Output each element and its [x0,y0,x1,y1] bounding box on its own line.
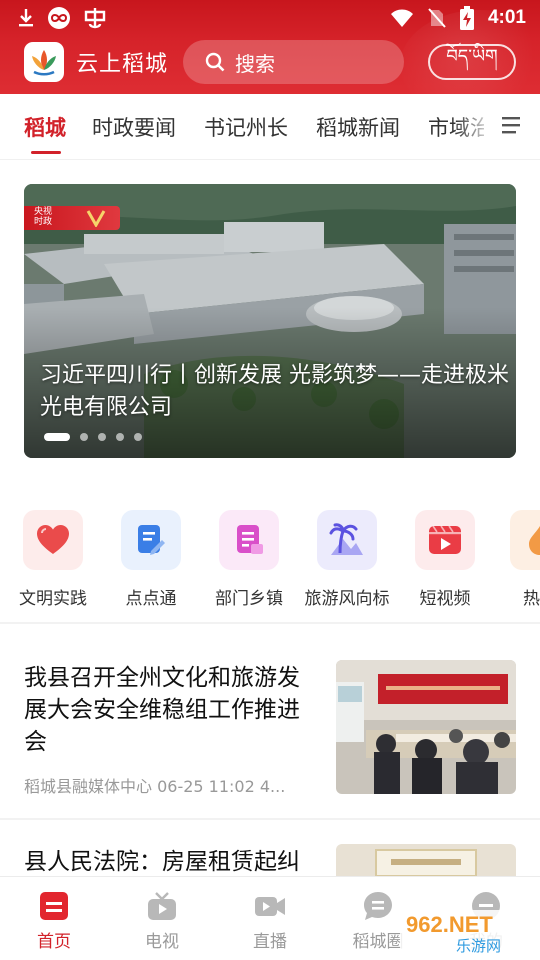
shortcut-label: 点点通 [125,589,177,608]
nav-label: 首页 [37,932,71,952]
badge-emblem-icon [86,210,106,227]
shortcut-label: 旅游风向标 [304,589,390,608]
active-tab-indicator [31,151,61,154]
shortcut-icon-bg [510,510,540,570]
tabs-fade [455,104,495,148]
hot-icon [529,526,540,555]
court-photo [336,844,516,876]
wifi-icon [390,9,413,27]
carousel-indicator [44,433,142,441]
app-logo-icon [84,8,106,29]
shortcut-icon-bg [121,510,181,570]
search-input[interactable]: 搜索 [183,40,404,84]
status-bar-time: 4:01 [487,7,526,28]
shortcut-icon-bg [317,510,377,570]
shortcut-civilization-practice[interactable]: 文明实践 [3,508,103,608]
site-watermark-logo: 962.NET 乐游网 [400,910,534,955]
shortcut-short-video[interactable]: 短视频 [395,508,495,608]
search-icon [205,52,225,72]
shortcut-icon-bg [23,510,83,570]
tv-icon [148,892,176,920]
shortcut-icon-bg [219,510,279,570]
nav-live[interactable]: 直播 [216,877,324,960]
tibetan-language-button[interactable]: བོད་ཡིག [428,44,516,80]
carousel-dot-active[interactable] [44,433,70,441]
carousel-dot[interactable] [116,433,124,441]
shortcut-hot[interactable]: 热门 [490,508,540,608]
news-item[interactable]: 县人民法院：房屋租赁起纠 [0,820,540,876]
video-play-icon [429,525,461,554]
heart-icon [37,525,69,554]
palm-tree-icon [329,523,363,555]
status-bar-system: 4:01 [390,6,526,30]
shortcut-label: 文明实践 [19,589,87,608]
tab-political-news[interactable]: 时政要闻 [92,112,176,142]
news-meta: 稻城县融媒体中心 06-25 11:02 4... [24,777,286,796]
shortcut-icon-bg [415,510,475,570]
cctv-politics-badge: 央视 时政 [24,206,120,230]
meeting-photo [336,660,516,794]
status-bar: 4:01 [0,0,540,36]
nav-tv[interactable]: 电视 [108,877,216,960]
no-sim-icon [428,8,446,28]
shortcut-tourism-guide[interactable]: 旅游风向标 [297,508,397,608]
battery-charging-icon [459,6,474,30]
live-video-icon [255,897,285,916]
news-item[interactable]: 我县召开全州文化和旅游发展大会安全维稳组工作推进会 稻城县融媒体中心 06-25… [0,624,540,818]
banner-caption: 习近平四川行丨创新发展 光影筑梦——走进极米光电有限公司 [40,363,509,420]
watermark-bottom-text: 乐游网 [456,937,501,955]
shortcut-label: 短视频 [419,589,471,608]
app-title: 云上稻城 [76,52,169,77]
channel-tabs: 稻城 时政要闻 书记州长 稻城新闻 市域治理 [0,94,540,160]
news-thumbnail[interactable] [336,660,516,794]
news-thumbnail[interactable] [336,844,516,876]
shortcut-dian-dian-tong[interactable]: 点点通 [101,508,201,608]
nav-home[interactable]: 首页 [0,877,108,960]
lotus-logo-icon [32,50,56,76]
headline-carousel[interactable]: 央视 时政 习近平四川行丨创新发展 光影筑梦——走进极米光电有限公司 [24,184,516,458]
search-placeholder: 搜索 [235,51,275,76]
tab-daocheng[interactable]: 稻城 [24,112,66,142]
nav-label: 电视 [145,932,179,952]
shortcut-grid: 文明实践 点点通 部门乡镇 旅游风向标 短视频 热 [0,508,540,608]
news-title[interactable]: 我县召开全州文化和旅游发展大会安全维稳组工作推进会 [24,662,320,758]
carousel-dot[interactable] [98,433,106,441]
channel-menu-icon[interactable] [500,114,522,136]
tab-daocheng-news[interactable]: 稻城新闻 [316,112,400,142]
cctv-badge-line2: 时政 [33,217,52,227]
carousel-dot[interactable] [80,433,88,441]
app-header: 4:01 云上稻城 搜索 བོད་ཡིག [0,0,540,94]
home-icon [40,892,68,920]
app-logo[interactable] [24,42,64,82]
download-icon [19,9,33,27]
cctv-badge-line1: 央视 [33,207,52,217]
infinity-app-icon [48,7,70,29]
app-bar: 云上稻城 搜索 བོད་ཡིག [0,36,540,86]
watermark-top-text: 962.NET [406,912,493,937]
edit-document-icon [138,525,165,555]
carousel-dot[interactable] [134,433,142,441]
shortcut-label: 部门乡镇 [215,589,283,608]
document-list-icon [237,525,263,554]
nav-label: 直播 [253,932,287,952]
chat-bubble-icon [364,892,392,920]
news-title[interactable]: 县人民法院：房屋租赁起纠 [24,846,320,876]
tab-secretary-governor[interactable]: 书记州长 [204,112,288,142]
shortcut-departments-towns[interactable]: 部门乡镇 [199,508,299,608]
shortcut-label: 热门 [523,589,540,608]
status-bar-notifications [16,6,108,30]
